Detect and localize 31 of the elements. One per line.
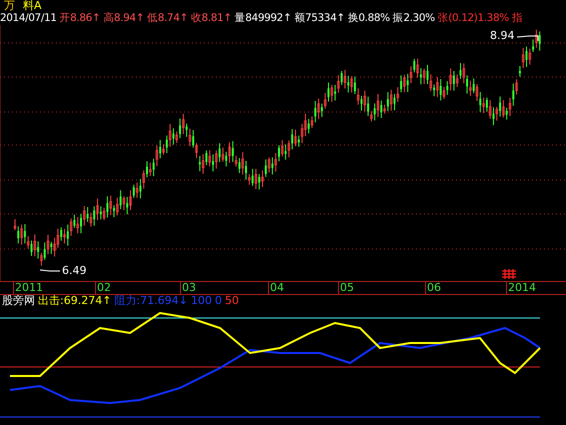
time-axis-label: 04	[268, 282, 284, 294]
quote-value: 量849992↑	[234, 12, 292, 25]
leader-line	[40, 270, 60, 272]
quote-value: 开8.86↑	[60, 12, 100, 25]
stock-name: 料A	[23, 0, 42, 12]
high-price-label: 8.94	[490, 30, 514, 42]
time-axis-label: 2011	[13, 282, 43, 294]
indicator-name: 股旁网	[2, 295, 35, 308]
leader-line	[516, 36, 538, 42]
low-price-label: 6.49	[62, 265, 86, 277]
quote-value: 收8.81↑	[190, 12, 232, 25]
stock-name: 万	[4, 0, 15, 12]
indicator-legend: 0	[214, 295, 222, 308]
date-label: 2014/07/11	[0, 12, 57, 25]
time-axis-label: 06	[425, 282, 441, 294]
indicator-legend: 100	[190, 295, 212, 308]
quote-value: 额75334↑	[294, 12, 345, 25]
quote-value: 低8.74↑	[147, 12, 188, 25]
quote-value: 指	[512, 12, 522, 25]
time-axis-label: 02	[95, 282, 111, 294]
time-axis-label: 2014	[506, 282, 536, 294]
indicator-legend: 出击:69.274↑	[38, 295, 112, 308]
quote-value: 振2.30%	[392, 12, 435, 25]
quote-value: 高8.94↑	[103, 12, 144, 25]
indicator-legend: 阻力:71.694↓	[114, 295, 188, 308]
quote-value: 换0.88%	[348, 12, 390, 25]
quote-value: 张(0.12)1.38%	[438, 12, 509, 25]
signal-marker-icon	[501, 269, 517, 279]
indicator-legend: 50	[224, 295, 239, 308]
time-axis-label: 05	[338, 282, 354, 294]
time-axis-label: 03	[180, 282, 196, 294]
